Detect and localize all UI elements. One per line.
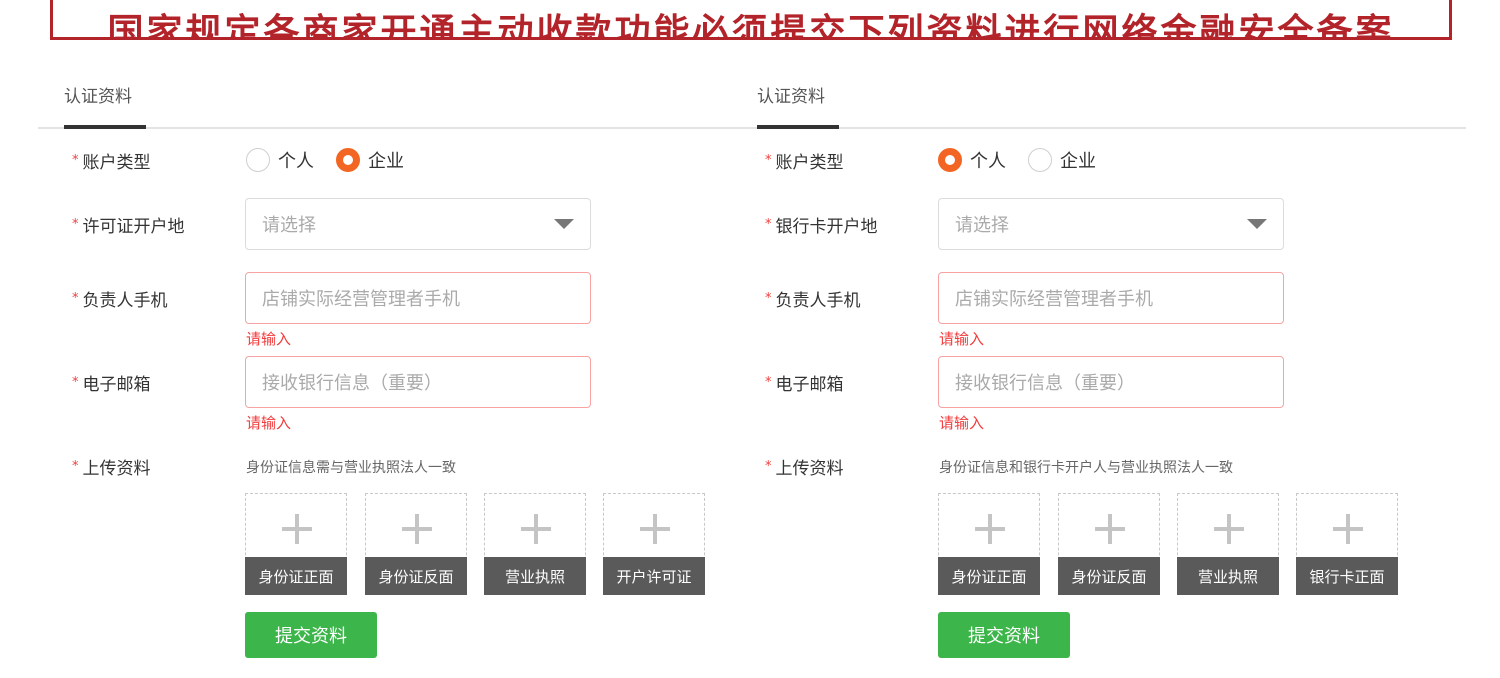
plus-icon — [640, 514, 670, 544]
upload-slot-id-back[interactable]: 身份证反面 — [365, 493, 467, 595]
upload-hint: 身份证信息和银行卡开户人与营业执照法人一致 — [939, 460, 1233, 476]
phone-error: 请输入 — [939, 330, 985, 348]
chevron-down-icon — [1247, 219, 1267, 229]
notice-banner: 国家规定各商家开通主动收款功能必须提交下列资料进行网络金融安全备案 — [50, 0, 1452, 40]
tab-active-indicator — [64, 125, 146, 129]
phone-error: 请输入 — [246, 330, 292, 348]
radio-enterprise[interactable]: 企业 — [1028, 147, 1096, 173]
upload-caption: 身份证正面 — [938, 557, 1040, 595]
location-select[interactable]: 请选择 — [245, 198, 591, 250]
upload-slot-business-license[interactable]: 营业执照 — [484, 493, 586, 595]
upload-caption: 身份证正面 — [245, 557, 347, 595]
phone-input[interactable]: 店铺实际经营管理者手机 — [938, 272, 1284, 324]
radio-indicator-selected — [336, 148, 360, 172]
tab-active-indicator — [757, 125, 839, 129]
upload-hint: 身份证信息需与营业执照法人一致 — [246, 460, 456, 476]
account-type-radio-group: 个人 企业 — [246, 147, 426, 173]
upload-caption: 身份证反面 — [1058, 557, 1160, 595]
radio-personal[interactable]: 个人 — [938, 147, 1006, 173]
email-input-placeholder: 接收银行信息（重要） — [955, 373, 1135, 394]
upload-slot-bank-card-front[interactable]: 银行卡正面 — [1296, 493, 1398, 595]
plus-icon — [1214, 514, 1244, 544]
phone-input-placeholder: 店铺实际经营管理者手机 — [262, 289, 460, 310]
upload-caption: 身份证反面 — [365, 557, 467, 595]
radio-enterprise[interactable]: 企业 — [336, 147, 404, 173]
plus-icon — [975, 514, 1005, 544]
radio-personal[interactable]: 个人 — [246, 147, 314, 173]
location-select-placeholder: 请选择 — [262, 215, 316, 236]
phone-label: * 负责人手机 — [765, 291, 861, 311]
email-input[interactable]: 接收银行信息（重要） — [938, 356, 1284, 408]
phone-input[interactable]: 店铺实际经营管理者手机 — [245, 272, 591, 324]
page: 国家规定各商家开通主动收款功能必须提交下列资料进行网络金融安全备案 认证资料 *… — [0, 0, 1500, 678]
plus-icon — [521, 514, 551, 544]
radio-indicator-selected — [938, 148, 962, 172]
upload-label: * 上传资料 — [765, 459, 844, 479]
radio-indicator — [1028, 148, 1052, 172]
upload-slot-account-permit[interactable]: 开户许可证 — [603, 493, 705, 595]
tab-divider — [38, 127, 1466, 129]
upload-slot-id-back[interactable]: 身份证反面 — [1058, 493, 1160, 595]
account-type-radio-group: 个人 企业 — [938, 147, 1118, 173]
tab-certification-right[interactable]: 认证资料 — [757, 82, 825, 107]
chevron-down-icon — [554, 219, 574, 229]
notice-banner-text: 国家规定各商家开通主动收款功能必须提交下列资料进行网络金融安全备案 — [107, 12, 1395, 40]
plus-icon — [402, 514, 432, 544]
phone-input-placeholder: 店铺实际经营管理者手机 — [955, 289, 1153, 310]
email-input[interactable]: 接收银行信息（重要） — [245, 356, 591, 408]
account-type-label: * 账户类型 — [72, 153, 151, 173]
upload-slot-business-license[interactable]: 营业执照 — [1177, 493, 1279, 595]
plus-icon — [282, 514, 312, 544]
email-error: 请输入 — [246, 414, 292, 432]
account-type-label: * 账户类型 — [765, 153, 844, 173]
upload-caption: 开户许可证 — [603, 557, 705, 595]
phone-label: * 负责人手机 — [72, 291, 168, 311]
location-select[interactable]: 请选择 — [938, 198, 1284, 250]
plus-icon — [1333, 514, 1363, 544]
email-label: * 电子邮箱 — [72, 375, 151, 395]
upload-caption: 银行卡正面 — [1296, 557, 1398, 595]
email-error: 请输入 — [939, 414, 985, 432]
upload-label: * 上传资料 — [72, 459, 151, 479]
location-label: * 许可证开户地 — [72, 217, 185, 237]
email-input-placeholder: 接收银行信息（重要） — [262, 373, 442, 394]
location-label: * 银行卡开户地 — [765, 217, 878, 237]
upload-caption: 营业执照 — [1177, 557, 1279, 595]
email-label: * 电子邮箱 — [765, 375, 844, 395]
submit-button[interactable]: 提交资料 — [245, 612, 377, 658]
submit-button[interactable]: 提交资料 — [938, 612, 1070, 658]
upload-caption: 营业执照 — [484, 557, 586, 595]
radio-indicator — [246, 148, 270, 172]
tab-certification-left[interactable]: 认证资料 — [64, 82, 132, 107]
plus-icon — [1095, 514, 1125, 544]
upload-slot-id-front[interactable]: 身份证正面 — [938, 493, 1040, 595]
location-select-placeholder: 请选择 — [955, 215, 1009, 236]
upload-slot-id-front[interactable]: 身份证正面 — [245, 493, 347, 595]
